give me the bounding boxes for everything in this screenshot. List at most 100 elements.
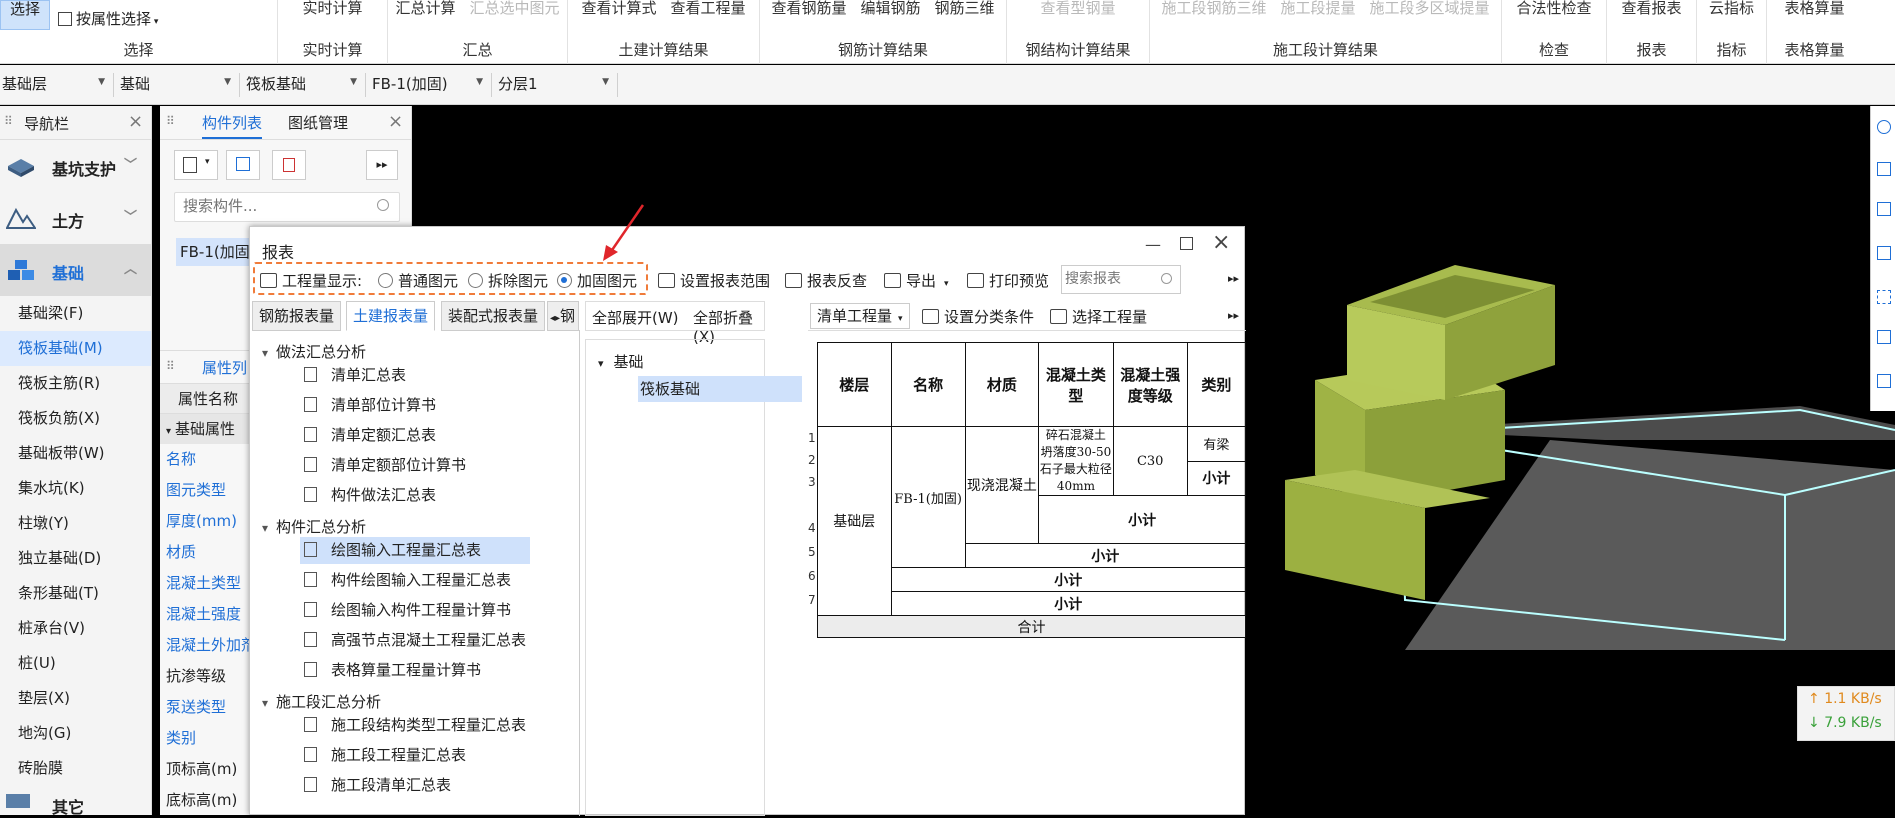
view-formula-button[interactable]: 查看计算式 bbox=[581, 0, 656, 17]
tab-civil-report[interactable]: 土建报表量 bbox=[346, 301, 436, 331]
tree-child-raft[interactable]: 筏板基础 bbox=[638, 376, 802, 402]
set-classify-button[interactable]: 设置分类条件 bbox=[922, 306, 1034, 327]
tree-group[interactable]: 构件汇总分析 bbox=[262, 516, 366, 537]
radio-normal[interactable]: 普通图元 bbox=[378, 270, 458, 291]
floor-dropdown[interactable]: 基础层 ▼ bbox=[0, 73, 114, 97]
nav-item[interactable]: 地沟(G) bbox=[0, 716, 151, 751]
orbit-icon[interactable] bbox=[1877, 120, 1891, 134]
tree-report-item[interactable]: 构件绘图输入工程量汇总表 bbox=[300, 567, 511, 594]
section-extract-button[interactable]: 施工段提量 bbox=[1280, 0, 1355, 17]
nav-item[interactable]: 垫层(X) bbox=[0, 681, 151, 716]
nav-item[interactable]: 条形基础(T) bbox=[0, 576, 151, 611]
tree-report-item[interactable]: 构件做法汇总表 bbox=[300, 482, 436, 509]
tree-report-item[interactable]: 施工段结构类型工程量汇总表 bbox=[300, 712, 526, 739]
section-rebar-3d-button[interactable]: 施工段钢筋三维 bbox=[1161, 0, 1266, 17]
tree-root[interactable]: ▾ 基础 bbox=[598, 351, 644, 372]
more-icon[interactable]: ▸▸ bbox=[1228, 272, 1239, 285]
tree-report-item[interactable]: 绘图输入工程量汇总表 bbox=[300, 537, 530, 564]
table-calc-button[interactable]: 表格算量 bbox=[1784, 0, 1844, 17]
drag-handle-icon[interactable]: ⠿ bbox=[166, 359, 175, 373]
cube-icon[interactable] bbox=[1877, 330, 1891, 344]
select-quantity-button[interactable]: 选择工程量 bbox=[1050, 306, 1147, 327]
nav-cat-other[interactable]: 其它 bbox=[0, 786, 151, 817]
tab-component-list[interactable]: 构件列表 bbox=[202, 112, 263, 139]
radio-reinforce[interactable]: 加固图元 bbox=[557, 270, 637, 291]
select-region-icon[interactable] bbox=[1877, 290, 1891, 304]
close-icon[interactable]: × bbox=[388, 111, 403, 132]
tree-report-item[interactable]: 高强节点混凝土工程量汇总表 bbox=[300, 627, 526, 654]
nav-cat-earth[interactable]: 土方 ﹀ bbox=[0, 192, 151, 244]
expand-all-button[interactable]: 全部展开(W) bbox=[592, 307, 679, 328]
export-button[interactable]: 导出 ▾ bbox=[884, 270, 949, 291]
tree-report-item[interactable]: 绘图输入构件工程量计算书 bbox=[300, 597, 511, 624]
tree-report-item[interactable]: 施工段工程量汇总表 bbox=[300, 742, 466, 769]
tree-report-item[interactable]: 清单汇总表 bbox=[300, 362, 406, 389]
2d-view-icon[interactable] bbox=[1877, 162, 1891, 176]
summary-calc-button[interactable]: 汇总计算 bbox=[395, 0, 455, 17]
tree-report-item[interactable]: 表格算量工程量计算书 bbox=[300, 657, 481, 684]
more-button[interactable]: ▸▸ bbox=[366, 150, 398, 180]
nav-item[interactable]: 集水坑(K) bbox=[0, 471, 151, 506]
close-icon[interactable]: × bbox=[1212, 230, 1230, 255]
tree-report-item[interactable]: 清单定额汇总表 bbox=[300, 422, 436, 449]
tab-drawing-manage[interactable]: 图纸管理 bbox=[288, 112, 348, 133]
nav-item[interactable]: 柱墩(Y) bbox=[0, 506, 151, 541]
tree-report-item[interactable]: 施工段清单汇总表 bbox=[300, 772, 451, 799]
tree-report-item[interactable]: 清单部位计算书 bbox=[300, 392, 436, 419]
tree-report-item[interactable]: 清单定额部位计算书 bbox=[300, 452, 466, 479]
tree-group[interactable]: 做法汇总分析 bbox=[262, 341, 366, 362]
nav-item[interactable]: 筏板负筋(X) bbox=[0, 401, 151, 436]
section-multi-extract-button[interactable]: 施工段多区域提量 bbox=[1370, 0, 1490, 17]
component-search[interactable] bbox=[174, 192, 400, 222]
layer-dropdown[interactable]: 分层1 ▼ bbox=[496, 73, 618, 97]
3d-view-icon[interactable] bbox=[1877, 202, 1891, 216]
nav-item[interactable]: 砖胎膜 bbox=[0, 751, 151, 786]
search-input[interactable] bbox=[183, 193, 373, 219]
report-reverse-button[interactable]: 报表反查 bbox=[785, 270, 867, 291]
rebar-3d-button[interactable]: 钢筋三维 bbox=[935, 0, 995, 17]
nav-item[interactable]: 桩承台(V) bbox=[0, 611, 151, 646]
view-rebar-button[interactable]: 查看钢筋量 bbox=[771, 0, 846, 17]
legality-check-button[interactable]: 合法性检查 bbox=[1516, 0, 1591, 17]
quantity-type-dropdown[interactable]: 清单工程量 ▾ bbox=[810, 303, 910, 329]
copy-button[interactable] bbox=[226, 150, 260, 180]
minimize-icon[interactable]: — bbox=[1145, 235, 1161, 254]
nav-item[interactable]: 筏板基础(M) bbox=[0, 331, 151, 366]
drag-handle-icon[interactable]: ⠿ bbox=[4, 114, 13, 128]
summary-selected-button[interactable]: 汇总选中图元 bbox=[470, 0, 560, 17]
tab-steel-report[interactable]: ◂▸钢 bbox=[547, 301, 579, 331]
tab-rebar-report[interactable]: 钢筋报表量 bbox=[252, 301, 342, 331]
cloud-index-button[interactable]: 云指标 bbox=[1709, 0, 1754, 17]
close-icon[interactable]: × bbox=[128, 111, 143, 132]
box-view-icon[interactable] bbox=[1877, 246, 1891, 260]
new-component-button[interactable]: ▾ bbox=[174, 150, 218, 180]
view-report-button[interactable]: 查看报表 bbox=[1621, 0, 1681, 17]
tree-group[interactable]: 施工段汇总分析 bbox=[262, 691, 381, 712]
report-search[interactable] bbox=[1061, 265, 1181, 294]
nav-item[interactable]: 桩(U) bbox=[0, 646, 151, 681]
set-report-range-button[interactable]: 设置报表范围 bbox=[658, 270, 770, 291]
component-dropdown[interactable]: FB-1(加固) ▼ bbox=[370, 73, 492, 97]
more-icon[interactable]: ▸▸ bbox=[1228, 309, 1239, 322]
nav-item[interactable]: 基础梁(F) bbox=[0, 296, 151, 331]
tab-attributes[interactable]: 属性列 bbox=[202, 357, 247, 378]
3d-viewport[interactable] bbox=[1255, 240, 1895, 660]
list-icon[interactable] bbox=[1877, 374, 1891, 388]
category-dropdown[interactable]: 基础 ▼ bbox=[118, 73, 240, 97]
nav-item[interactable]: 筏板主筋(R) bbox=[0, 366, 151, 401]
nav-item[interactable]: 基础板带(W) bbox=[0, 436, 151, 471]
delete-button[interactable] bbox=[272, 150, 306, 180]
report-search-input[interactable] bbox=[1065, 266, 1160, 292]
nav-item[interactable]: 独立基础(D) bbox=[0, 541, 151, 576]
nav-cat-foundation[interactable]: 基础 ︿ bbox=[0, 244, 151, 296]
maximize-icon[interactable] bbox=[1180, 237, 1193, 250]
tab-prefab-report[interactable]: 装配式报表量 bbox=[441, 301, 546, 331]
print-preview-button[interactable]: 打印预览 bbox=[967, 270, 1049, 291]
type-dropdown[interactable]: 筏板基础 ▼ bbox=[244, 73, 366, 97]
view-steel-button[interactable]: 查看型钢量 bbox=[1040, 0, 1115, 17]
drag-handle-icon[interactable]: ⠿ bbox=[166, 114, 175, 128]
realtime-calc-button[interactable]: 实时计算 bbox=[302, 0, 362, 17]
radio-demolish[interactable]: 拆除图元 bbox=[468, 270, 548, 291]
nav-cat-pit[interactable]: 基坑支护 ﹀ bbox=[0, 140, 151, 192]
view-quantity-button[interactable]: 查看工程量 bbox=[671, 0, 746, 17]
